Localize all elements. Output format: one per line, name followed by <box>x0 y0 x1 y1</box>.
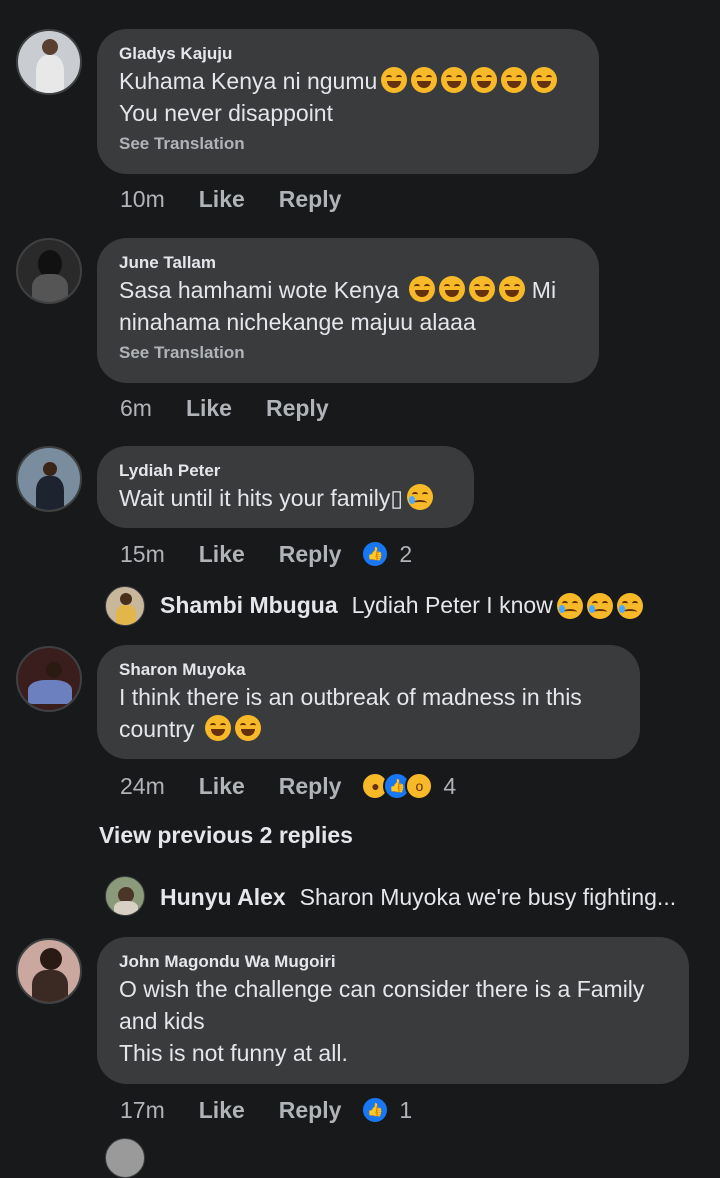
comment-actions: 17m Like Reply 👍 1 <box>120 1093 412 1127</box>
reaction-count[interactable]: 2 <box>399 541 412 568</box>
laughing-emoji-icon <box>409 276 436 302</box>
comment-bubble: Lydiah Peter Wait until it hits your fam… <box>97 446 474 528</box>
see-translation-link[interactable]: See Translation <box>119 342 577 364</box>
comment-text: O wish the challenge can consider there … <box>119 976 645 1002</box>
avatar[interactable] <box>105 1138 145 1178</box>
comment-text: You never disappoint <box>119 100 333 126</box>
comment-time[interactable]: 24m <box>120 773 165 800</box>
comment-actions: 6m Like Reply <box>120 391 363 425</box>
like-reaction-icon: 👍 <box>361 540 390 568</box>
comment-time[interactable]: 10m <box>120 186 165 213</box>
like-button[interactable]: Like <box>199 773 245 800</box>
avatar[interactable] <box>16 29 82 95</box>
reaction-summary[interactable]: 👍 <box>361 540 390 568</box>
avatar[interactable] <box>105 876 145 916</box>
reply-button[interactable]: Reply <box>279 186 342 213</box>
comment-text: country <box>119 713 618 745</box>
reaction-summary[interactable]: 👍 <box>361 1096 390 1124</box>
avatar[interactable] <box>16 646 82 712</box>
laughing-emoji-icon <box>204 715 231 741</box>
reply-preview[interactable]: Shambi Mbugua Lydiah Peter I know <box>160 592 643 619</box>
like-button[interactable]: Like <box>199 541 245 568</box>
comment-bubble: Gladys Kajuju Kuhama Kenya ni ngumu You … <box>97 29 599 174</box>
comment-text: I think there is an outbreak of madness … <box>119 684 582 710</box>
reaction-count[interactable]: 4 <box>443 773 456 800</box>
avatar[interactable] <box>16 446 82 512</box>
comment-text: and kids <box>119 1008 205 1034</box>
comment-author[interactable]: John Magondu Wa Mugoiri <box>119 951 667 973</box>
comment-time[interactable]: 6m <box>120 395 152 422</box>
reply-text: Sharon Muyoka we're busy fighting... <box>299 884 677 910</box>
comment-author[interactable]: Gladys Kajuju <box>119 43 577 65</box>
comment-bubble: John Magondu Wa Mugoiri O wish the chall… <box>97 937 689 1084</box>
see-translation-link[interactable]: See Translation <box>119 133 577 155</box>
rofl-emoji-icon <box>531 67 558 93</box>
like-button[interactable]: Like <box>199 186 245 213</box>
comment-author[interactable]: Sharon Muyoka <box>119 659 618 681</box>
comment-bubble: Sharon Muyoka I think there is an outbre… <box>97 645 640 759</box>
rofl-emoji-icon <box>501 67 528 93</box>
comment-bubble: June Tallam Sasa hamhami wote Kenya Mi n… <box>97 238 599 383</box>
reply-author[interactable]: Hunyu Alex <box>160 884 286 911</box>
reply-text: Lydiah Peter I know <box>351 592 553 618</box>
rofl-emoji-icon <box>381 67 408 93</box>
reply-button[interactable]: Reply <box>279 541 342 568</box>
rofl-emoji-icon <box>471 67 498 93</box>
avatar[interactable] <box>16 238 82 304</box>
crying-emoji-icon <box>586 592 613 619</box>
view-previous-replies-link[interactable]: View previous 2 replies <box>99 822 353 849</box>
comment-text: ninahama nichekange majuu alaaa <box>119 309 476 335</box>
avatar[interactable] <box>16 938 82 1004</box>
comment-author[interactable]: Lydiah Peter <box>119 460 452 482</box>
reply-button[interactable]: Reply <box>279 1097 342 1124</box>
crying-emoji-icon <box>407 484 434 510</box>
comment-text: This is not funny at all. <box>119 1040 348 1066</box>
comment-text: Kuhama Kenya ni ngumu <box>119 65 577 97</box>
reply-button[interactable]: Reply <box>266 395 329 422</box>
comment-text: Wait until it hits your family▯ <box>119 482 452 514</box>
comment-actions: 15m Like Reply 👍 2 <box>120 537 412 571</box>
comment-actions: 10m Like Reply <box>120 182 375 216</box>
crying-emoji-icon <box>616 592 643 619</box>
comment-author[interactable]: June Tallam <box>119 252 577 274</box>
crying-emoji-icon <box>556 592 583 619</box>
comment-time[interactable]: 17m <box>120 1097 165 1124</box>
laughing-emoji-icon <box>469 276 496 302</box>
reaction-summary[interactable]: ● 👍 o <box>361 772 434 800</box>
reply-preview[interactable]: Hunyu Alex Sharon Muyoka we're busy figh… <box>160 884 676 911</box>
reply-author[interactable]: Shambi Mbugua <box>160 592 338 619</box>
like-reaction-icon: 👍 <box>361 1096 390 1124</box>
reaction-count[interactable]: 1 <box>399 1097 412 1124</box>
avatar[interactable] <box>105 586 145 626</box>
laughing-emoji-icon <box>499 276 526 302</box>
like-button[interactable]: Like <box>199 1097 245 1124</box>
wow-reaction-icon: o <box>405 772 434 800</box>
comment-time[interactable]: 15m <box>120 541 165 568</box>
rofl-emoji-icon <box>411 67 438 93</box>
like-button[interactable]: Like <box>186 395 232 422</box>
comment-text: Sasa hamhami wote Kenya Mi <box>119 276 557 303</box>
laughing-emoji-icon <box>234 715 261 741</box>
laughing-emoji-icon <box>439 276 466 302</box>
comment-actions: 24m Like Reply ● 👍 o 4 <box>120 769 456 803</box>
rofl-emoji-icon <box>441 67 468 93</box>
reply-button[interactable]: Reply <box>279 773 342 800</box>
